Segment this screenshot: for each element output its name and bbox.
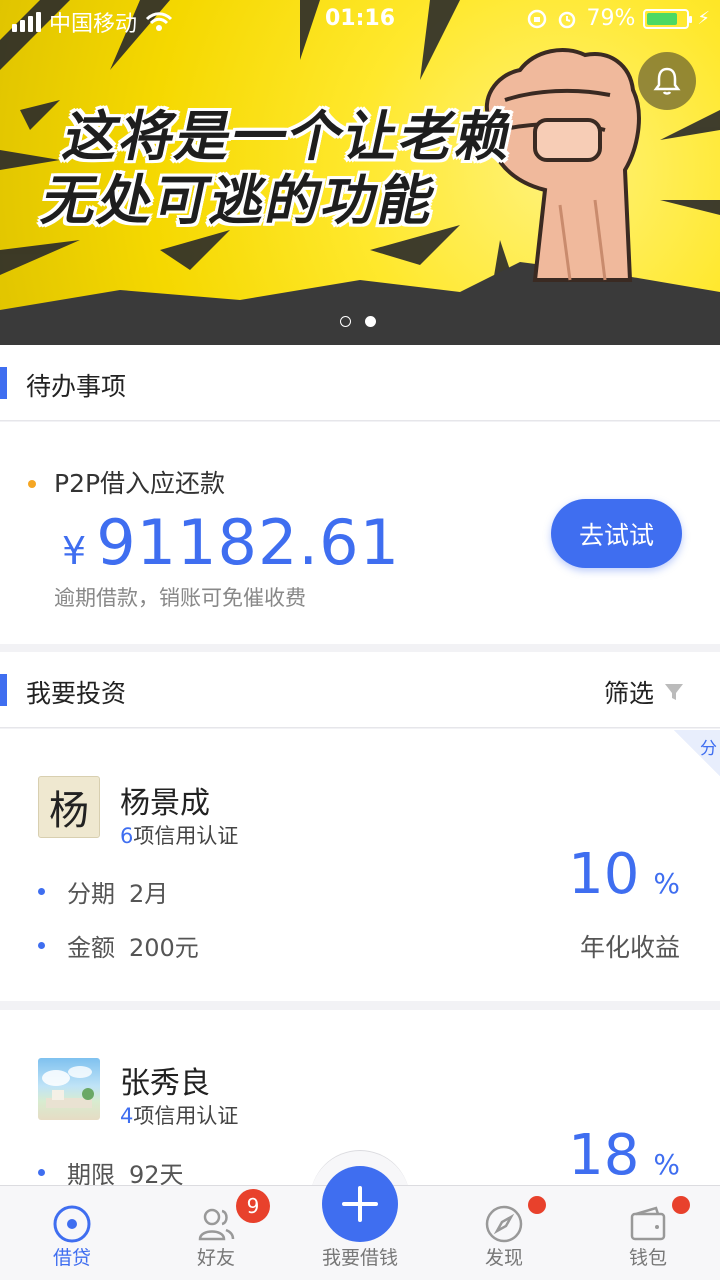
wallet-icon xyxy=(630,1206,666,1241)
tab-friends[interactable]: 9 好友 xyxy=(144,1186,288,1280)
compass-icon xyxy=(485,1205,523,1243)
todo-note: 逾期借款，销账可免催收费 xyxy=(54,586,306,610)
invest-section-title: 我要投资 xyxy=(26,679,127,708)
tab-discover[interactable]: 发现 xyxy=(432,1186,576,1280)
invest-section-header: 我要投资 筛选 xyxy=(0,652,720,728)
avatar-calligraphy: 杨 xyxy=(49,788,89,834)
rate-unit: % xyxy=(653,1148,680,1181)
todo-item-label: P2P借入应还款 xyxy=(54,469,226,498)
credit-count-number: 6 xyxy=(120,824,134,848)
borrow-plus-button[interactable] xyxy=(322,1166,398,1242)
try-button[interactable]: 去试试 xyxy=(551,499,682,568)
corner-tag: 分 xyxy=(674,730,720,776)
credit-count: 6项信用认证 xyxy=(120,820,238,850)
banner-line-2: 无处可逃的功能 xyxy=(36,169,442,232)
status-bar: 中国移动 01:16 79% ⚡ xyxy=(0,0,720,40)
amount-row: 金额 200元 xyxy=(38,928,199,963)
tab-loan[interactable]: 借贷 xyxy=(0,1186,144,1280)
rate-value: 10 xyxy=(568,842,640,907)
filter-label: 筛选 xyxy=(603,679,654,708)
tab-label: 我要借钱 xyxy=(321,1247,398,1269)
banner-line-1: 这将是一个让老赖 xyxy=(58,105,520,168)
filter-funnel-icon xyxy=(665,684,683,700)
promo-banner[interactable]: 这将是一个让老赖 无处可逃的功能 xyxy=(0,0,720,345)
corner-tag-label: 分 xyxy=(700,739,717,759)
term-row: 分期 2月 xyxy=(38,874,168,909)
repayment-amount: ¥ 91182.61 xyxy=(62,506,400,579)
tab-label: 发现 xyxy=(484,1247,523,1269)
currency-symbol: ¥ xyxy=(62,529,87,573)
rate-unit: % xyxy=(653,867,680,900)
wallet-dot xyxy=(672,1196,690,1214)
credit-count: 4项信用认证 xyxy=(120,1100,238,1130)
amount-value: 91182.61 xyxy=(96,506,401,579)
tab-label: 好友 xyxy=(196,1247,235,1269)
annual-rate: 10 % xyxy=(568,842,680,907)
filter-button[interactable]: 筛选 xyxy=(604,674,684,710)
avatar[interactable] xyxy=(38,1058,100,1120)
battery-percent: 79% xyxy=(586,6,636,31)
bell-icon xyxy=(653,67,681,95)
alarm-icon xyxy=(559,11,576,28)
friends-badge: 9 xyxy=(236,1189,270,1223)
todo-bullet xyxy=(28,480,36,488)
rotation-lock-icon xyxy=(528,9,547,28)
tab-wallet[interactable]: 钱包 xyxy=(576,1186,720,1280)
credit-count-number: 4 xyxy=(120,1104,134,1128)
term-key: 分期 xyxy=(67,880,115,908)
amount-value: 200元 xyxy=(129,934,199,962)
term-value: 2月 xyxy=(129,880,169,908)
todo-section-title: 待办事项 xyxy=(26,372,127,401)
tab-label: 借贷 xyxy=(52,1247,91,1269)
loan-icon xyxy=(53,1205,91,1243)
battery-icon xyxy=(643,8,693,29)
plus-icon xyxy=(342,1186,378,1222)
credit-count-suffix: 项信用认证 xyxy=(133,824,239,848)
carousel-indicator xyxy=(340,316,376,327)
discover-dot xyxy=(528,1196,546,1214)
avatar-landscape xyxy=(42,1066,94,1108)
credit-count-suffix: 项信用认证 xyxy=(133,1104,239,1128)
charging-icon: ⚡ xyxy=(697,8,710,29)
section-accent-bar xyxy=(0,674,7,706)
carousel-dot[interactable] xyxy=(340,316,351,327)
rate-label: 年化收益 xyxy=(579,933,680,962)
rate-value: 18 xyxy=(568,1123,640,1188)
annual-rate: 18 % xyxy=(568,1123,680,1188)
avatar[interactable]: 杨 xyxy=(38,776,100,838)
todo-section-header: 待办事项 xyxy=(0,345,720,421)
carousel-dot-active[interactable] xyxy=(365,316,376,327)
notification-button[interactable] xyxy=(638,52,696,110)
amount-key: 金额 xyxy=(67,934,115,962)
tab-label: 钱包 xyxy=(628,1247,667,1269)
section-accent-bar xyxy=(0,367,7,399)
banner-headline: 这将是一个让老赖 无处可逃的功能 xyxy=(37,105,520,233)
investor-name: 张秀良 xyxy=(120,1066,210,1101)
friends-icon xyxy=(198,1208,235,1241)
investor-name: 杨景成 xyxy=(120,786,210,821)
